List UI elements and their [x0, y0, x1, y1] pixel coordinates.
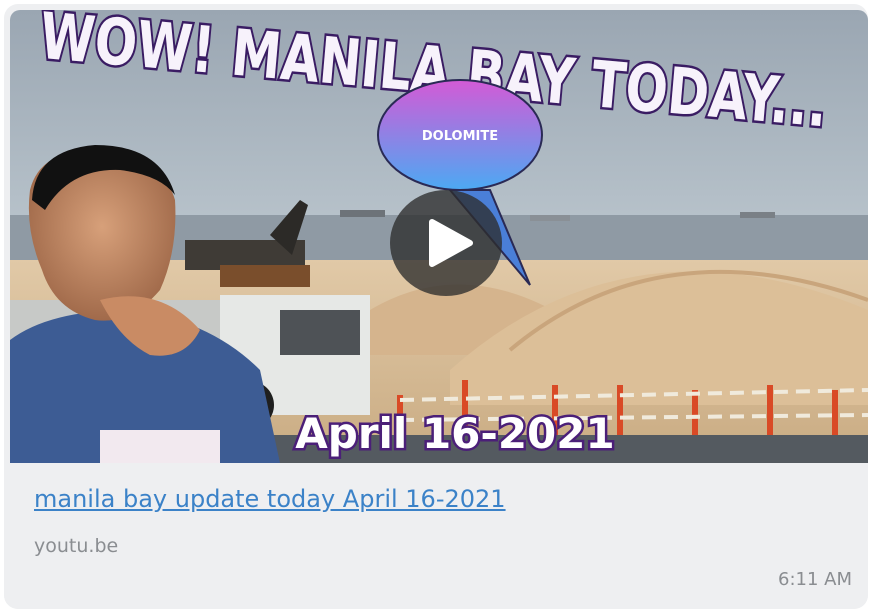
date-caption: April 16-2021: [295, 409, 614, 458]
link-meta: manila bay update today April 16-2021 yo…: [4, 463, 868, 609]
bubble-label: DOLOMITE: [422, 129, 498, 144]
play-icon: [429, 219, 473, 267]
link-title[interactable]: manila bay update today April 16-2021: [34, 485, 506, 513]
video-thumbnail[interactable]: WOW! MANILA BAY TODAY... DOLOMITE April …: [10, 10, 868, 463]
play-button[interactable]: [390, 190, 502, 296]
link-domain: youtu.be: [34, 535, 119, 557]
link-preview-card[interactable]: WOW! MANILA BAY TODAY... DOLOMITE April …: [4, 4, 868, 609]
message-timestamp: 6:11 AM: [778, 569, 852, 590]
